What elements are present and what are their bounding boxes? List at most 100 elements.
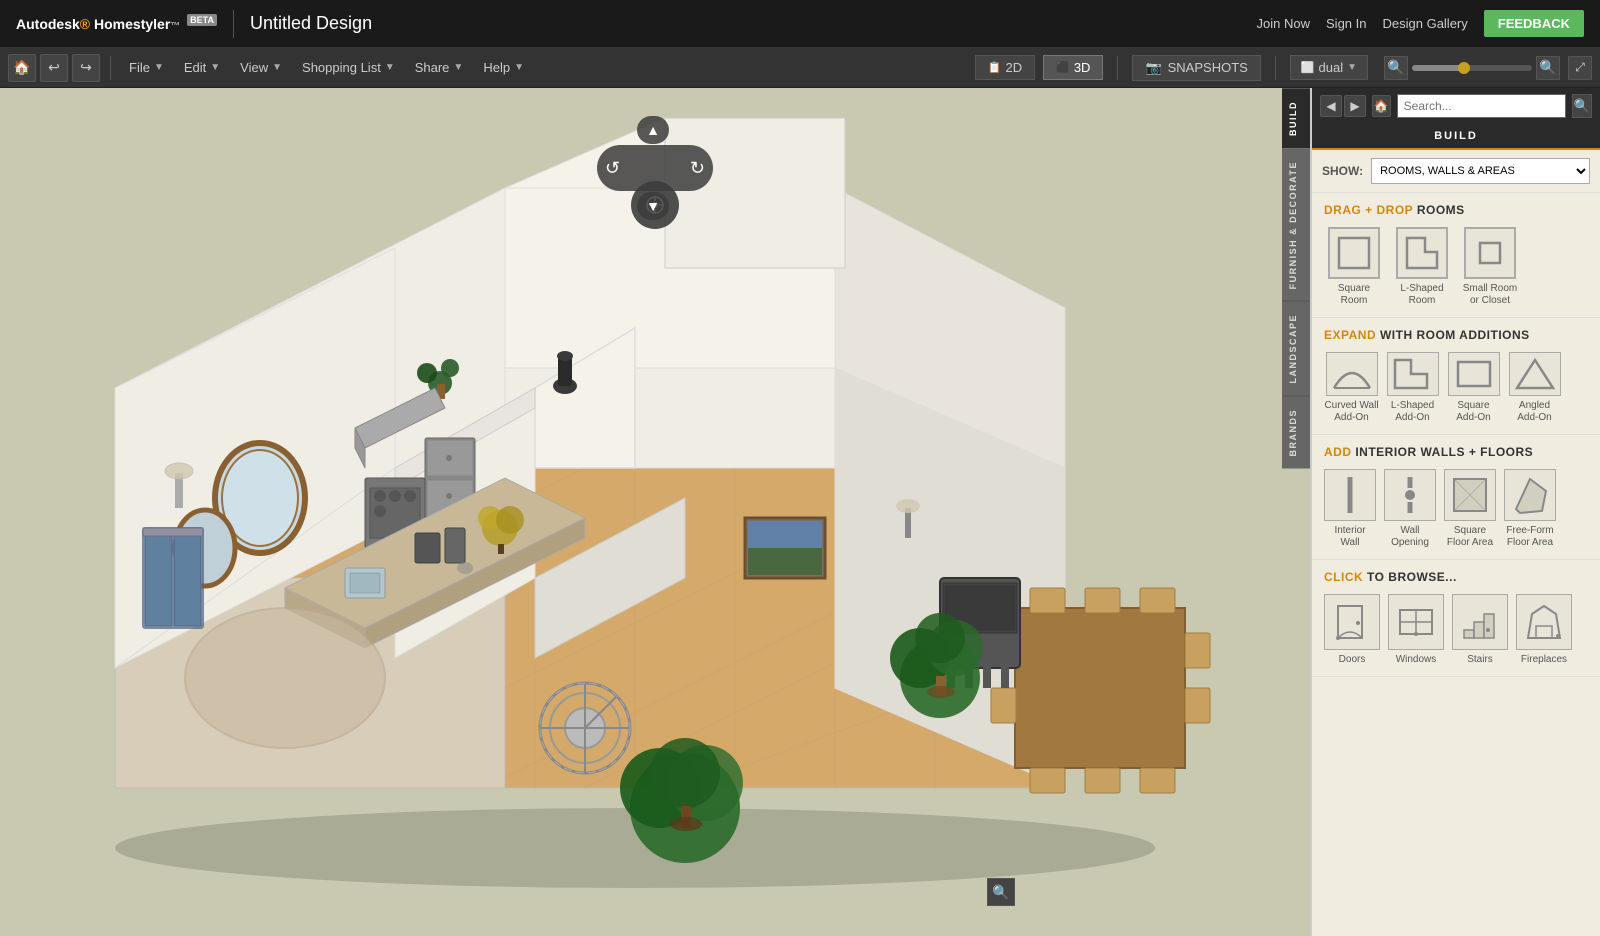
view-toggle: 📋 2D ⬛ 3D 📷 SNAPSHOTS ⬜ dual ▼ 🔍 🔍 ⤢ [975,55,1592,81]
top-bar: Autodesk® Homestyler™ BETA Untitled Desi… [0,0,1600,48]
square-floor-shape [1444,469,1496,521]
main-content: ▲ ↺ ↻ ▼ [0,88,1600,936]
curved-wall-shape [1326,352,1378,396]
edit-menu[interactable]: Edit ▼ [176,56,228,79]
doors-shape [1324,594,1380,650]
freeform-floor-item[interactable]: Free-FormFloor Area [1504,469,1556,549]
logo-area: Autodesk® Homestyler™ BETA [16,15,217,32]
curved-wall-label: Curved WallAdd-On [1324,400,1378,424]
l-shaped-room-label: L-ShapedRoom [1400,283,1443,307]
design-gallery-link[interactable]: Design Gallery [1383,16,1468,31]
dual-button[interactable]: ⬜ dual ▼ [1290,55,1368,80]
view-2d-button[interactable]: 📋 2D [975,55,1035,80]
fireplaces-browse-item[interactable]: Fireplaces [1516,594,1572,666]
toolbar-sep3 [1275,56,1276,80]
square-addon-shape [1448,352,1500,396]
addons-grid: Curved WallAdd-On L-ShapedAdd-On [1324,352,1588,424]
interior-wall-item[interactable]: InteriorWall [1324,469,1376,549]
view-3d-button[interactable]: ⬛ 3D [1043,55,1103,80]
canvas-magnify-button[interactable]: 🔍 [987,878,1015,906]
l-shaped-addon[interactable]: L-ShapedAdd-On [1385,352,1440,424]
design-title: Untitled Design [250,13,372,34]
windows-browse-item[interactable]: Windows [1388,594,1444,666]
zoom-thumb[interactable] [1458,62,1470,74]
sidebar-search-input[interactable] [1397,94,1566,118]
right-sidebar: ◀ ▶ 🏠 🔍 BUILD SHOW: ROOMS, WALLS & AREAS… [1310,88,1600,936]
file-menu[interactable]: File ▼ [121,56,172,79]
expand-button[interactable]: ⤢ [1568,56,1592,80]
share-menu[interactable]: Share ▼ [407,56,472,79]
toolbar-separator [110,56,111,80]
square-room-item[interactable]: SquareRoom [1324,227,1384,307]
build-tab[interactable]: BUILD [1282,88,1310,148]
title-divider [233,10,234,38]
freeform-floor-shape [1504,469,1556,521]
sidebar-home-button[interactable]: 🏠 [1372,95,1391,117]
join-now-link[interactable]: Join Now [1257,16,1310,31]
browse-section: CLICK TO BROWSE... Doors [1312,560,1600,677]
square-addon[interactable]: SquareAdd-On [1446,352,1501,424]
zoom-out-button[interactable]: 🔍 [1384,56,1408,80]
l-shaped-addon-label: L-ShapedAdd-On [1391,400,1434,424]
curved-wall-addon[interactable]: Curved WallAdd-On [1324,352,1379,424]
view-menu[interactable]: View ▼ [232,56,290,79]
fireplaces-label: Fireplaces [1521,654,1567,666]
build-tab-header: BUILD [1312,124,1600,150]
nav-right-button[interactable]: ↻ [690,158,705,179]
snapshots-button[interactable]: 📷 SNAPSHOTS [1132,55,1260,81]
square-room-shape [1328,227,1380,279]
feedback-button[interactable]: FEEDBACK [1484,10,1584,37]
l-shaped-room-item[interactable]: L-ShapedRoom [1392,227,1452,307]
wall-opening-label: WallOpening [1391,525,1429,549]
furnish-decorate-tab[interactable]: FURNISH & DECORATE [1282,148,1310,301]
canvas-area[interactable]: ▲ ↺ ↻ ▼ [0,88,1310,936]
l-shaped-addon-shape [1387,352,1439,396]
shopping-list-menu[interactable]: Shopping List ▼ [294,56,403,79]
wall-opening-item[interactable]: WallOpening [1384,469,1436,549]
l-shaped-room-shape [1396,227,1448,279]
top-right-nav: Join Now Sign In Design Gallery FEEDBACK [1257,10,1584,37]
square-floor-item[interactable]: SquareFloor Area [1444,469,1496,549]
show-dropdown[interactable]: ROOMS, WALLS & AREAS ALL WALLS ONLY [1371,158,1590,184]
interior-wall-shape [1324,469,1376,521]
help-menu[interactable]: Help ▼ [475,56,532,79]
nav-ring: ↺ ↻ [597,145,713,191]
addons-section: EXPAND WITH ROOM ADDITIONS Curved WallAd… [1312,318,1600,435]
stairs-browse-item[interactable]: Stairs [1452,594,1508,666]
zoom-slider[interactable] [1412,65,1532,71]
brands-tab[interactable]: BRANDS [1282,396,1310,469]
windows-shape [1388,594,1444,650]
navigation-controls: ▲ ↺ ↻ ▼ [595,108,715,228]
sidebar-search-button[interactable]: 🔍 [1572,94,1592,118]
browse-section-title: CLICK TO BROWSE... [1324,570,1588,584]
zoom-in-button[interactable]: 🔍 [1536,56,1560,80]
forward-button[interactable]: ▶ [1344,95,1366,117]
freeform-floor-label: Free-FormFloor Area [1506,525,1553,549]
logo-text: Autodesk® Homestyler™ BETA [16,15,217,32]
nav-left-button[interactable]: ↺ [605,158,620,179]
rooms-section: DRAG + DROP ROOMS SquareRoom [1312,193,1600,318]
sign-in-link[interactable]: Sign In [1326,16,1366,31]
nav-up-button[interactable]: ▲ [637,116,669,144]
walls-section: ADD INTERIOR WALLS + FLOORS InteriorWall [1312,435,1600,560]
square-addon-label: SquareAdd-On [1456,400,1490,424]
rooms-section-title: DRAG + DROP ROOMS [1324,203,1588,217]
nav-down-button[interactable]: ▼ [637,192,669,220]
show-row: SHOW: ROOMS, WALLS & AREAS ALL WALLS ONL… [1312,150,1600,193]
addons-section-title: EXPAND WITH ROOM ADDITIONS [1324,328,1588,342]
redo-button[interactable]: ↪ [72,54,100,82]
angled-addon[interactable]: AngledAdd-On [1507,352,1562,424]
walls-section-title: ADD INTERIOR WALLS + FLOORS [1324,445,1588,459]
square-room-label: SquareRoom [1338,283,1370,307]
browse-grid: Doors Windows [1324,594,1588,666]
small-room-item[interactable]: Small Roomor Closet [1460,227,1520,307]
landscape-tab[interactable]: LANDSCAPE [1282,301,1310,396]
home-icon-button[interactable]: 🏠 [8,54,36,82]
rooms-grid: SquareRoom L-ShapedRoom [1324,227,1588,307]
undo-button[interactable]: ↩ [40,54,68,82]
fireplaces-shape [1516,594,1572,650]
doors-browse-item[interactable]: Doors [1324,594,1380,666]
back-button[interactable]: ◀ [1320,95,1342,117]
stairs-shape [1452,594,1508,650]
walls-grid: InteriorWall WallOpening [1324,469,1588,549]
